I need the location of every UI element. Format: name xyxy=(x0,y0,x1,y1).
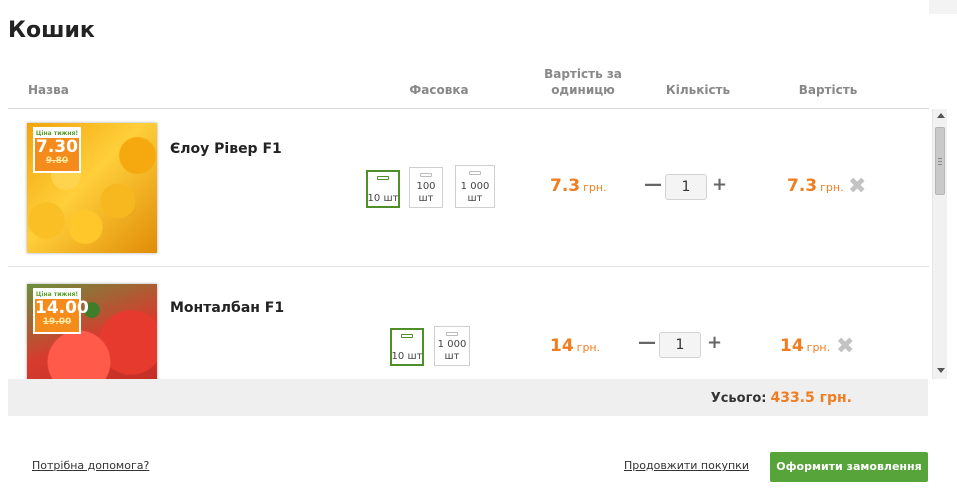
header-total: Вартість xyxy=(798,83,858,97)
header-unit-price: Вартість за одиницю xyxy=(544,67,622,97)
price-tag-badge: Ціна тижня! 7.30 9.80 xyxy=(33,127,81,173)
header-quantity: Кількість xyxy=(665,83,731,97)
pack-option-10[interactable]: 10 шт xyxy=(366,170,400,208)
price-tag-badge: Ціна тижня! 14.00 19.00 xyxy=(33,288,89,334)
total-label: Усього: xyxy=(710,391,767,406)
currency: грн. xyxy=(806,341,831,354)
bag-icon xyxy=(401,334,413,338)
page-title: Кошик xyxy=(8,18,95,43)
price-tag-old: 19.00 xyxy=(42,317,72,327)
pack-label: 10 шт xyxy=(367,193,399,204)
increase-quantity-button[interactable]: + xyxy=(712,176,727,194)
decrease-quantity-button[interactable]: — xyxy=(644,176,662,194)
pack-label: 10 шт xyxy=(391,351,423,362)
price-tag-old: 9.80 xyxy=(45,156,69,166)
product-name[interactable]: Монталбан F1 xyxy=(170,300,284,316)
product-image[interactable]: Ціна тижня! 14.00 19.00 xyxy=(27,284,157,379)
total-currency: грн. xyxy=(819,390,852,406)
total-value: 433.5 xyxy=(770,390,815,406)
line-total: 7.3 грн. xyxy=(787,176,844,196)
product-image[interactable]: Ціна тижня! 7.30 9.80 xyxy=(27,123,157,253)
bag-icon xyxy=(446,332,458,336)
price-tag-new: 7.30 xyxy=(36,137,78,157)
grip-line xyxy=(938,164,942,165)
currency: грн. xyxy=(576,341,601,354)
product-name[interactable]: Єлоу Рівер F1 xyxy=(170,141,282,157)
line-total-value: 7.3 xyxy=(787,176,818,196)
line-total: 14 грн. xyxy=(780,336,830,356)
unit-price-value: 14 xyxy=(550,336,574,356)
cart-row: Ціна тижня! 14.00 19.00 Монталбан F1 10 … xyxy=(8,268,929,379)
pack-label: 1 000 шт xyxy=(437,339,467,362)
bag-icon xyxy=(420,173,432,177)
unit-price: 7.3 грн. xyxy=(550,176,607,196)
line-total-value: 14 xyxy=(780,336,804,356)
scroll-down-arrow-icon[interactable] xyxy=(937,368,945,373)
unit-price: 14 грн. xyxy=(550,336,600,356)
pack-option-100[interactable]: 100 шт xyxy=(409,167,443,208)
scrollbar-thumb[interactable] xyxy=(935,127,945,195)
remove-item-icon[interactable]: ✖ xyxy=(848,176,866,198)
bag-icon xyxy=(377,176,389,180)
grip-line xyxy=(938,158,942,159)
currency: грн. xyxy=(583,181,607,194)
cart-list[interactable]: Ціна тижня! 7.30 9.80 Єлоу Рівер F1 10 ш… xyxy=(8,109,929,379)
top-strip xyxy=(929,0,957,14)
cart-row: Ціна тижня! 7.30 9.80 Єлоу Рівер F1 10 ш… xyxy=(8,109,929,267)
currency: грн. xyxy=(820,181,844,194)
price-tag-new: 14.00 xyxy=(35,298,89,318)
order-total: Усього: 433.5 грн. xyxy=(711,387,852,406)
decrease-quantity-button[interactable]: — xyxy=(638,334,656,352)
scroll-up-arrow-icon[interactable] xyxy=(937,113,945,118)
summary-bar: Усього: 433.5 грн. xyxy=(8,379,928,416)
help-link[interactable]: Потрібна допомога? xyxy=(32,459,149,472)
bag-icon xyxy=(469,171,481,175)
header-name: Назва xyxy=(28,83,69,97)
pack-option-1000[interactable]: 1 000 шт xyxy=(455,165,495,208)
unit-price-value: 7.3 xyxy=(550,176,581,196)
increase-quantity-button[interactable]: + xyxy=(707,334,722,352)
quantity-input[interactable]: 1 xyxy=(659,332,701,358)
quantity-input[interactable]: 1 xyxy=(665,174,707,200)
scrollbar[interactable] xyxy=(932,109,947,379)
remove-item-icon[interactable]: ✖ xyxy=(836,336,854,358)
pack-option-10[interactable]: 10 шт xyxy=(390,328,424,366)
header-pack: Фасовка xyxy=(409,83,469,97)
pack-label: 100 шт xyxy=(416,181,436,204)
pack-option-1000[interactable]: 1 000 шт xyxy=(434,326,470,366)
continue-shopping-link[interactable]: Продовжити покупки xyxy=(624,459,749,472)
pack-label: 1 000 шт xyxy=(460,181,490,204)
checkout-button[interactable]: Оформити замовлення xyxy=(770,452,928,482)
total-amount: 433.5 грн. xyxy=(771,390,853,406)
grip-line xyxy=(938,161,942,162)
